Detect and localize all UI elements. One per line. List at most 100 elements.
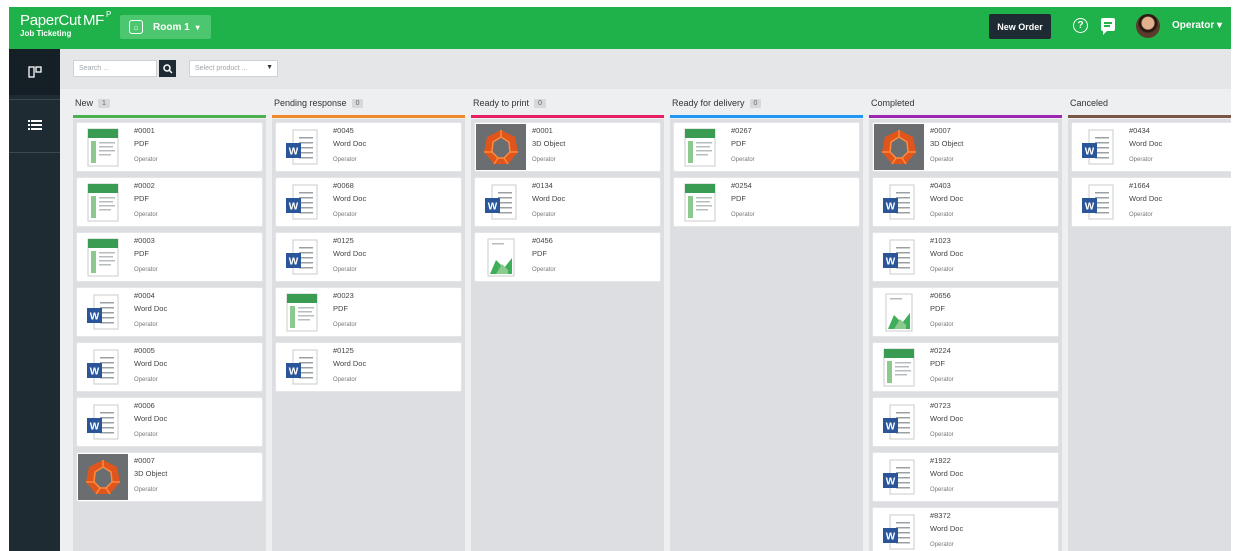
feedback-icon[interactable] [1101, 18, 1115, 35]
room-selector[interactable]: ⌂ Room 1 ▾ [120, 15, 211, 39]
job-card[interactable]: W #0045 Word Doc Operator [275, 122, 462, 172]
svg-text:W: W [90, 312, 100, 323]
job-card[interactable]: W #0004 Word Doc Operator [76, 287, 263, 337]
search-input[interactable]: Search ... [73, 60, 157, 77]
job-operator: Operator [532, 157, 556, 163]
chevron-down-icon: ▼ [266, 64, 273, 71]
job-card[interactable]: #0456 PDF Operator [474, 232, 661, 282]
svg-text:W: W [886, 202, 896, 213]
3d-object-thumbnail [476, 124, 526, 170]
job-card[interactable]: #0007 3D Object Operator [872, 122, 1059, 172]
job-type: PDF [134, 194, 149, 203]
job-type: Word Doc [930, 194, 964, 203]
search-icon [162, 63, 173, 74]
job-card[interactable]: W #1023 Word Doc Operator [872, 232, 1059, 282]
job-id: #0004 [134, 291, 155, 300]
list-view-icon[interactable] [9, 102, 60, 148]
job-type: Word Doc [134, 359, 168, 368]
help-icon[interactable]: ? [1073, 18, 1088, 33]
job-card[interactable]: #0023 PDF Operator [275, 287, 462, 337]
job-operator: Operator [930, 322, 954, 328]
job-id: #0002 [134, 181, 155, 190]
user-menu[interactable]: Operator ▾ [1172, 20, 1222, 31]
app-subtitle: Job Ticketing [20, 29, 72, 38]
logo[interactable]: PaperCut MF P Job Ticketing [20, 11, 111, 38]
column-count-badge: 0 [534, 98, 546, 108]
job-card[interactable]: #0267 PDF Operator [673, 122, 860, 172]
job-operator: Operator [333, 267, 357, 273]
job-operator: Operator [532, 267, 556, 273]
svg-text:W: W [886, 422, 896, 433]
word-doc-icon: W [78, 289, 128, 335]
column-ready-to-print: Ready to print 0 #0001 3D Object Operator W #0… [471, 89, 664, 551]
job-card[interactable]: #0656 PDF Operator [872, 287, 1059, 337]
column-title: Canceled [1070, 98, 1109, 108]
job-operator: Operator [731, 212, 755, 218]
job-card[interactable]: #0002 PDF Operator [76, 177, 263, 227]
job-type: Word Doc [134, 304, 168, 313]
product-select[interactable]: Select product ... ▼ [189, 60, 278, 77]
svg-text:W: W [289, 257, 299, 268]
job-type: Word Doc [333, 359, 367, 368]
job-type: 3D Object [134, 469, 168, 478]
column-accent-line [272, 115, 465, 118]
job-id: #0134 [532, 181, 553, 190]
column-header: Ready for delivery 0 [672, 98, 762, 108]
job-card[interactable]: W #1664 Word Doc Operator [1071, 177, 1231, 227]
column-ready-for-delivery: Ready for delivery 0 #0267 PDF Operator #0254… [670, 89, 863, 551]
job-id: #0003 [134, 236, 155, 245]
job-card[interactable]: #0001 PDF Operator [76, 122, 263, 172]
column-accent-line [73, 115, 266, 118]
job-card[interactable]: W #0134 Word Doc Operator [474, 177, 661, 227]
job-card[interactable]: W #0125 Word Doc Operator [275, 232, 462, 282]
nav-divider [9, 99, 60, 100]
new-order-button[interactable]: New Order [989, 14, 1051, 39]
job-type: Word Doc [1129, 194, 1163, 203]
pdf-file-icon [78, 234, 128, 280]
job-card[interactable]: W #0006 Word Doc Operator [76, 397, 263, 447]
job-id: #0403 [930, 181, 951, 190]
job-operator: Operator [134, 267, 158, 273]
job-card[interactable]: W #0068 Word Doc Operator [275, 177, 462, 227]
job-id: #0224 [930, 346, 951, 355]
pdf-chart-file-icon [874, 289, 924, 335]
job-card[interactable]: #0007 3D Object Operator [76, 452, 263, 502]
job-card[interactable]: #0001 3D Object Operator [474, 122, 661, 172]
word-doc-icon: W [277, 124, 327, 170]
column-header: Completed [871, 98, 915, 108]
job-type: PDF [532, 249, 547, 258]
home-icon: ⌂ [129, 20, 143, 34]
job-card[interactable]: W #1922 Word Doc Operator [872, 452, 1059, 502]
user-name: Operator [1172, 20, 1215, 31]
job-card[interactable]: W #0403 Word Doc Operator [872, 177, 1059, 227]
job-card[interactable]: W #0125 Word Doc Operator [275, 342, 462, 392]
job-operator: Operator [930, 487, 954, 493]
search-button[interactable] [159, 60, 176, 77]
job-type: Word Doc [930, 414, 964, 423]
job-type: Word Doc [333, 194, 367, 203]
pdf-chart-file-icon [476, 234, 526, 280]
job-type: PDF [930, 359, 945, 368]
word-doc-icon: W [874, 509, 924, 551]
column-header: New 1 [75, 98, 110, 108]
job-operator: Operator [930, 212, 954, 218]
job-card[interactable]: W #0005 Word Doc Operator [76, 342, 263, 392]
word-doc-icon: W [78, 344, 128, 390]
svg-text:W: W [289, 202, 299, 213]
board-view-icon[interactable] [9, 49, 60, 95]
job-card[interactable]: W #0723 Word Doc Operator [872, 397, 1059, 447]
job-card[interactable]: #0254 PDF Operator [673, 177, 860, 227]
job-card[interactable]: W #8372 Word Doc Operator [872, 507, 1059, 551]
job-operator: Operator [134, 322, 158, 328]
job-card[interactable]: #0224 PDF Operator [872, 342, 1059, 392]
job-type: Word Doc [930, 469, 964, 478]
column-title: New [75, 98, 94, 108]
avatar[interactable] [1136, 14, 1160, 38]
job-card[interactable]: #0003 PDF Operator [76, 232, 263, 282]
chevron-down-icon: ▾ [195, 22, 200, 32]
column-pending-response: Pending response 0 W #0045 Word Doc Operator W… [272, 89, 465, 551]
job-operator: Operator [333, 322, 357, 328]
job-operator: Operator [930, 432, 954, 438]
job-card[interactable]: W #0434 Word Doc Operator [1071, 122, 1231, 172]
job-id: #0068 [333, 181, 354, 190]
